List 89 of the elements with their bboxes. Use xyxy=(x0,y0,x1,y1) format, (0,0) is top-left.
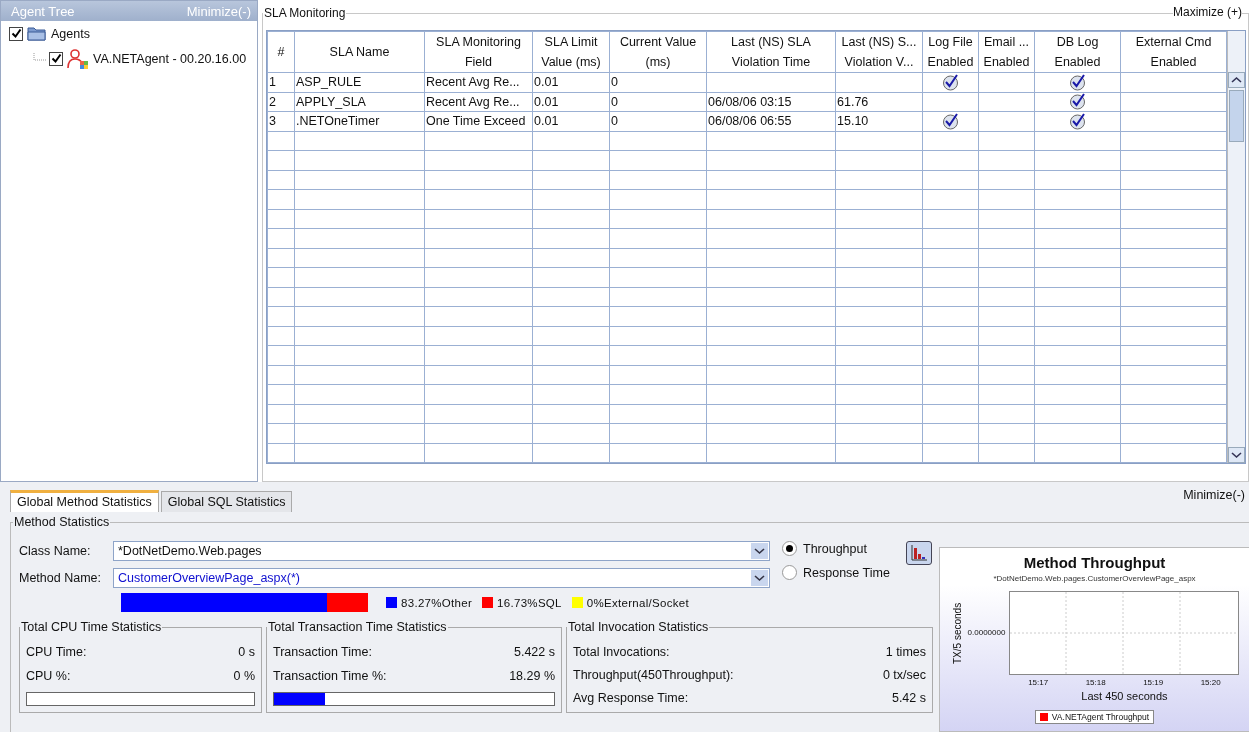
table-cell: 0.01 xyxy=(532,92,610,112)
stat-label: Throughput(450Throughput): xyxy=(573,667,734,682)
column-header[interactable]: # xyxy=(267,31,295,73)
column-header[interactable]: SLA Name xyxy=(294,31,425,73)
field-label: Class Name: xyxy=(19,544,92,558)
axis-label: TX/5 seconds xyxy=(950,601,964,666)
scroll-down-icon[interactable] xyxy=(1228,447,1245,463)
stat-value: 0 s xyxy=(238,645,255,659)
stat-value: 5.42 s xyxy=(891,690,926,705)
stat-value: 1 times xyxy=(885,644,926,659)
table-cell: ASP_RULE xyxy=(294,72,425,92)
tick-label: 15:17 xyxy=(1028,678,1049,687)
dropdown-caret-icon xyxy=(751,570,768,586)
column-header[interactable]: Current Value (ms) xyxy=(609,31,707,73)
stat-value: 5.422 s xyxy=(514,645,555,659)
table-cell: One Time Exceed xyxy=(424,111,533,131)
scroll-thumb[interactable] xyxy=(1229,90,1244,142)
scroll-up-icon[interactable] xyxy=(1228,72,1245,88)
tick-label: 15:20 xyxy=(1200,678,1221,687)
stat-value: 0 % xyxy=(233,669,255,683)
tree-item[interactable]: Agents xyxy=(51,26,90,41)
chart-title: Method Throughput xyxy=(1023,554,1166,571)
radio-option[interactable]: Throughput xyxy=(782,541,890,556)
group-title: Total Transaction Time Statistics xyxy=(267,620,448,634)
maximize-link[interactable]: Maximize (+) xyxy=(1173,5,1242,19)
table-cell: 0 xyxy=(609,111,707,131)
table-cell: 1 xyxy=(267,72,295,92)
group-title: Total CPU Time Statistics xyxy=(20,620,163,634)
table-cell: 0 xyxy=(609,72,707,92)
column-header[interactable]: External Cmd Enabled xyxy=(1120,31,1227,73)
column-header[interactable]: Log File Enabled xyxy=(922,31,979,73)
bar-chart-icon xyxy=(909,544,928,562)
stat-value: 18.29 % xyxy=(509,669,555,683)
table-cell: 0.01 xyxy=(532,111,610,131)
panel-title: SLA Monitoring xyxy=(263,6,347,20)
table-cell: 15.10 xyxy=(837,114,869,129)
minimize-link[interactable]: Minimize(-) xyxy=(1183,488,1249,502)
tree-checkbox[interactable] xyxy=(9,26,23,41)
column-header[interactable]: Email ... Enabled xyxy=(978,31,1035,73)
table-cell: 0.01 xyxy=(532,72,610,92)
tab[interactable]: Global Method Statistics xyxy=(10,490,159,512)
column-header[interactable]: Last (NS) S... Violation V... xyxy=(835,31,923,73)
folder-icon xyxy=(27,26,47,41)
table-cell: APPLY_SLA xyxy=(294,92,425,112)
table-cell: 2 xyxy=(267,92,295,112)
dropdown-caret-icon xyxy=(751,543,768,559)
chart-subtitle: *DotNetDemo.Web.pages.CustomerOverviewPage_aspx xyxy=(993,574,1196,583)
field-label: Method Name: xyxy=(19,571,102,585)
stat-label: Avg Response Time: xyxy=(573,690,689,705)
table-cell: .NETOneTimer xyxy=(294,111,425,131)
column-header[interactable]: SLA Limit Value (ms) xyxy=(532,31,610,73)
legend-label: 83.27%Other xyxy=(401,596,473,609)
table-cell: 06/08/06 03:15 xyxy=(708,94,792,109)
column-header[interactable]: DB Log Enabled xyxy=(1034,31,1121,73)
tick-label: 15:19 xyxy=(1143,678,1164,687)
stat-label: Transaction Time %: xyxy=(273,669,387,683)
chart-button[interactable] xyxy=(905,541,932,565)
tab[interactable]: Global SQL Statistics xyxy=(160,491,293,512)
table-cell: 61.76 xyxy=(837,94,869,109)
tree-checkbox[interactable] xyxy=(49,51,63,66)
panel-title: Agent Tree xyxy=(11,3,75,19)
tree-item[interactable]: VA.NETAgent - 00.20.16.00 xyxy=(93,51,247,66)
table-cell: Recent Avg Re... xyxy=(424,92,533,112)
panel-title: Method Statistics xyxy=(13,515,111,529)
stat-value: 0 tx/sec xyxy=(882,667,926,682)
tick-label: 15:18 xyxy=(1085,678,1106,687)
radio-button[interactable] xyxy=(782,541,797,556)
scrollbar[interactable] xyxy=(1227,31,1245,463)
table-cell: Recent Avg Re... xyxy=(424,72,533,92)
stat-label: CPU Time: xyxy=(26,645,87,659)
axis-label: Last 450 seconds xyxy=(1080,690,1169,702)
legend-label: 0%External/Socket xyxy=(586,596,690,609)
legend-label: VA.NETAgent Throughput xyxy=(1051,712,1150,722)
class-name-dropdown[interactable]: *DotNetDemo.Web.pages xyxy=(113,541,770,561)
group-title: Total Invocation Statistics xyxy=(567,620,710,634)
table-cell: 0 xyxy=(609,92,707,112)
column-header[interactable]: Last (NS) SLA Violation Time xyxy=(706,31,836,73)
table-cell: 06/08/06 06:55 xyxy=(708,114,792,129)
legend-label: 16.73%SQL xyxy=(497,596,562,609)
tick-label: 0.0000000 xyxy=(967,628,1006,637)
radio-option[interactable]: Response Time xyxy=(782,565,890,580)
stat-label: Transaction Time: xyxy=(273,645,372,659)
column-header[interactable]: SLA Monitoring Field xyxy=(424,31,533,73)
radio-button[interactable] xyxy=(782,565,797,580)
person-icon xyxy=(67,48,89,69)
table-cell: 3 xyxy=(267,111,295,131)
stat-label: CPU %: xyxy=(26,669,71,683)
stat-label: Total Invocations: xyxy=(573,644,670,659)
method-name-dropdown[interactable]: CustomerOverviewPage_aspx(*) xyxy=(113,568,770,588)
